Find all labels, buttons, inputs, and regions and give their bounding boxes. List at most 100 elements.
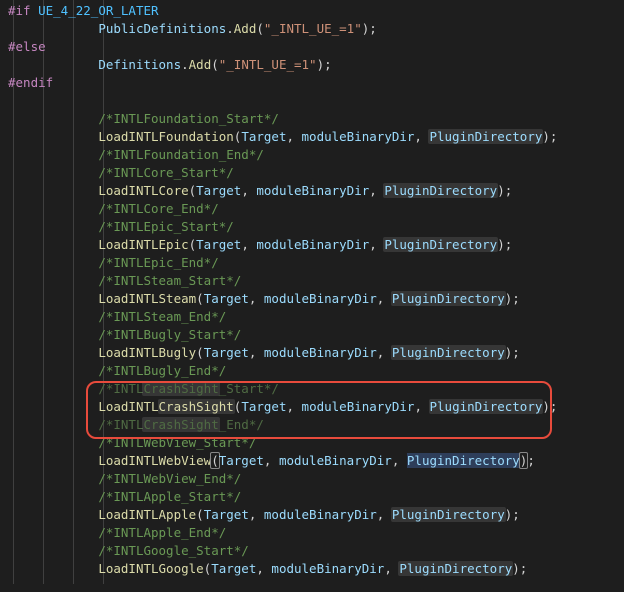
ident-plugin-directory: PluginDirectory [391,345,506,360]
code-line[interactable]: /*INTLBugly_End*/ [0,362,624,380]
fn: LoadINTLWebView [98,453,211,468]
code-line[interactable]: /*INTLBugly_Start*/ [0,326,624,344]
comment: /*INTL [98,381,143,396]
code-line[interactable]: /*INTLApple_End*/ [0,524,624,542]
comment: /*INTLApple_Start*/ [98,489,241,504]
code-line[interactable]: /*INTLFoundation_End*/ [0,146,624,164]
fn-highlight: CrashSight [158,399,235,414]
comment: /*INTLFoundation_End*/ [98,147,264,162]
comment: _End*/ [219,417,264,432]
ident-plugin-directory: PluginDirectory [429,399,544,414]
code-line[interactable]: /*INTLApple_Start*/ [0,488,624,506]
ident: moduleBinaryDir [279,453,392,468]
code-line[interactable]: /*INTLCore_Start*/ [0,164,624,182]
string: "_INTL_UE_=1" [264,21,362,36]
pp-cond: UE_4_22_OR_LATER [38,3,158,18]
code-line[interactable]: Definitions.Add("_INTL_UE_=1"); [0,56,624,74]
fn: LoadINTLEpic [98,237,188,252]
comment: /*INTLCore_End*/ [98,201,218,216]
pp-endif: #endif [8,75,53,90]
ident: Target [204,291,249,306]
code-line[interactable]: #if UE_4_22_OR_LATER [0,2,624,20]
code-line[interactable]: /*INTLFoundation_Start*/ [0,110,624,128]
code-line[interactable]: /*INTLSteam_End*/ [0,308,624,326]
comment-highlight: CrashSight [142,381,219,396]
code-line[interactable]: #endif [0,74,624,92]
ident-plugin-directory: PluginDirectory [398,561,513,576]
ident: Definitions [98,57,181,72]
comment: /*INTLBugly_End*/ [98,363,226,378]
ident-plugin-directory: PluginDirectory [383,183,498,198]
fn: LoadINTL [98,399,158,414]
comment: /*INTLEpic_End*/ [98,255,218,270]
ident: moduleBinaryDir [302,129,415,144]
fn: LoadINTLBugly [98,345,196,360]
fn: Add [234,21,257,36]
code-line[interactable]: LoadINTLApple(Target, moduleBinaryDir, P… [0,506,624,524]
comment: /*INTLCore_Start*/ [98,165,233,180]
code-line[interactable]: PublicDefinitions.Add("_INTL_UE_=1"); [0,20,624,38]
code-line[interactable]: LoadINTLCore(Target, moduleBinaryDir, Pl… [0,182,624,200]
pp-if: #if [8,3,31,18]
string: "_INTL_UE_=1" [219,57,317,72]
ident-plugin-directory: PluginDirectory [391,507,506,522]
punct: ); [362,21,377,36]
comment: /*INTL [98,417,143,432]
fn: LoadINTLCore [98,183,188,198]
ident: Target [219,453,264,468]
code-line[interactable]: LoadINTLBugly(Target, moduleBinaryDir, P… [0,344,624,362]
code-line[interactable]: LoadINTLCrashSight(Target, moduleBinaryD… [0,398,624,416]
ident: Target [204,345,249,360]
code-line[interactable]: /*INTLEpic_Start*/ [0,218,624,236]
code-line[interactable]: LoadINTLGoogle(Target, moduleBinaryDir, … [0,560,624,578]
ident: moduleBinaryDir [302,399,415,414]
ident: moduleBinaryDir [264,507,377,522]
comment-highlight: CrashSight [142,417,219,432]
code-editor[interactable]: #if UE_4_22_OR_LATER PublicDefinitions.A… [0,0,624,584]
comment: _Start*/ [219,381,279,396]
fn: LoadINTLSteam [98,291,196,306]
comment: /*INTLWebView_Start*/ [98,435,256,450]
comment: /*INTLFoundation_Start*/ [98,111,279,126]
code-line[interactable]: #else [0,38,624,56]
ident-plugin-directory-selected: PluginDirectory [407,453,520,468]
ident: PublicDefinitions [98,21,226,36]
comment: /*INTLGoogle_Start*/ [98,543,249,558]
code-line[interactable]: /*INTLCrashSight_End*/ [0,416,624,434]
code-line[interactable]: LoadINTLSteam(Target, moduleBinaryDir, P… [0,290,624,308]
comment: /*INTLSteam_Start*/ [98,273,241,288]
comment: /*INTLApple_End*/ [98,525,226,540]
pp-else: #else [8,39,46,54]
code-line[interactable]: /*INTLGoogle_Start*/ [0,542,624,560]
code-line[interactable]: /*INTLSteam_Start*/ [0,272,624,290]
fn: LoadINTLFoundation [98,129,233,144]
comment: /*INTLWebView_End*/ [98,471,241,486]
bracket-match: ) [519,452,529,469]
ident: moduleBinaryDir [271,561,384,576]
fn: LoadINTLApple [98,507,196,522]
code-line[interactable]: /*INTLCore_End*/ [0,200,624,218]
ident: moduleBinaryDir [256,183,369,198]
comment: /*INTLEpic_Start*/ [98,219,233,234]
ident: moduleBinaryDir [264,345,377,360]
code-line[interactable] [0,92,624,110]
fn: Add [189,57,212,72]
ident: Target [204,507,249,522]
code-line[interactable]: LoadINTLWebView(Target, moduleBinaryDir,… [0,452,624,470]
fn: LoadINTLGoogle [98,561,203,576]
code-line[interactable]: /*INTLWebView_Start*/ [0,434,624,452]
ident-plugin-directory: PluginDirectory [428,129,543,144]
code-line[interactable]: /*INTLWebView_End*/ [0,470,624,488]
ident: Target [196,183,241,198]
code-line[interactable]: /*INTLCrashSight_Start*/ [0,380,624,398]
code-line[interactable]: LoadINTLFoundation(Target, moduleBinaryD… [0,128,624,146]
ident: Target [241,399,286,414]
comment: /*INTLBugly_Start*/ [98,327,241,342]
code-line[interactable]: /*INTLEpic_End*/ [0,254,624,272]
ident-plugin-directory: PluginDirectory [391,291,506,306]
code-line[interactable]: LoadINTLEpic(Target, moduleBinaryDir, Pl… [0,236,624,254]
punct: ); [317,57,332,72]
ident: moduleBinaryDir [264,291,377,306]
ident-plugin-directory: PluginDirectory [383,237,498,252]
ident: Target [241,129,286,144]
